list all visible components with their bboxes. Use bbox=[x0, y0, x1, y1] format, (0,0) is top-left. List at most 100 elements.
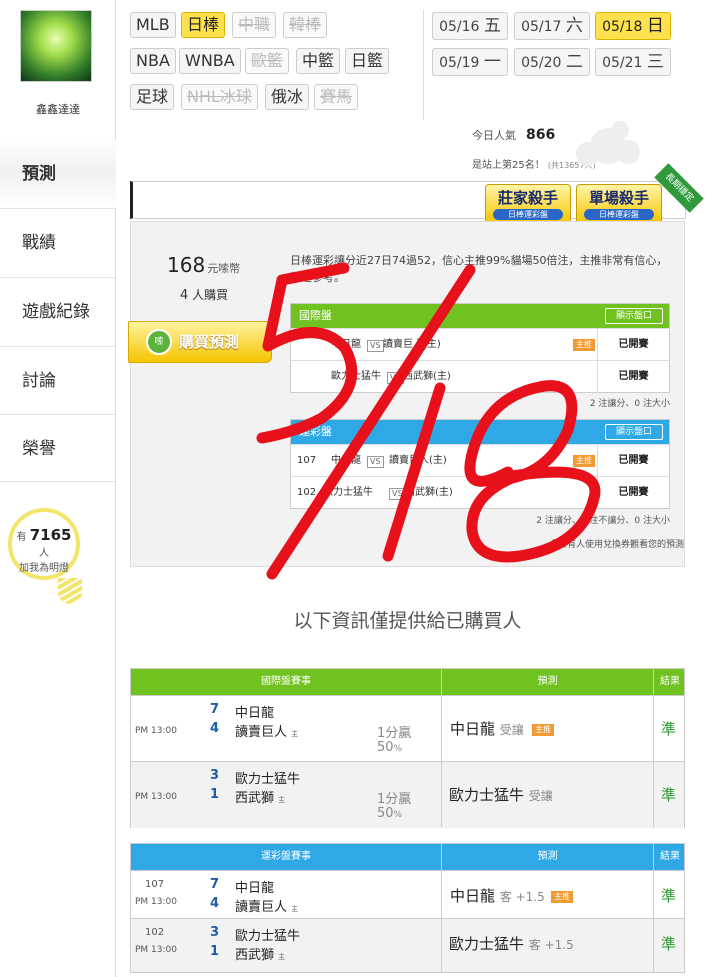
coin-icon: 嗦 bbox=[146, 329, 172, 355]
main-pick-tag: 主推 bbox=[573, 339, 595, 351]
date-0520[interactable]: 05/20 二 bbox=[514, 48, 590, 76]
show-odds-button[interactable]: 顯示盤口 bbox=[605, 424, 663, 440]
day-label: 三 bbox=[646, 52, 664, 72]
vs-icon: VS bbox=[389, 488, 406, 500]
col-result: 結果 bbox=[660, 676, 680, 687]
filter-russian-hockey[interactable]: 俄冰 bbox=[265, 84, 310, 110]
filter-soccer[interactable]: 足球 bbox=[130, 84, 175, 110]
away-team: 歐力士猛牛 bbox=[235, 772, 301, 787]
away-team: 中日龍 bbox=[235, 881, 275, 896]
game-code: 107 bbox=[297, 455, 317, 466]
day-label: 一 bbox=[483, 52, 501, 72]
fans-count: 7165 bbox=[29, 526, 72, 544]
sport-header: 運彩盤 顯示盤口 bbox=[291, 420, 669, 444]
intl-results-header: 國際盤賽事 預測 結果 bbox=[131, 669, 684, 695]
away-team: 歐力士猛牛 bbox=[331, 371, 381, 382]
avatar[interactable] bbox=[20, 10, 92, 82]
date-0521[interactable]: 05/21 三 bbox=[595, 48, 671, 76]
date-0517[interactable]: 05/17 六 bbox=[514, 12, 590, 40]
pick: 中日龍 客 +1.5 bbox=[450, 885, 545, 906]
buyers-count: 4 bbox=[180, 288, 189, 303]
sidebar-item-discuss[interactable]: 討論 bbox=[0, 346, 116, 414]
game-status: 已開賽 bbox=[597, 361, 669, 393]
pick-note: 受讓 bbox=[499, 723, 524, 737]
home-team-name: 西武獅 bbox=[235, 948, 275, 963]
filter-npb[interactable]: 日棒 bbox=[181, 12, 226, 38]
vs-icon: VS bbox=[387, 372, 404, 384]
date-0518[interactable]: 05/18 日 bbox=[595, 12, 671, 40]
follow-bulb[interactable]: 有 7165 人 加我為明燈 bbox=[8, 508, 80, 580]
handicap: 1分贏 bbox=[377, 792, 412, 807]
pct-value: 50 bbox=[377, 740, 394, 755]
date-label: 05/17 bbox=[521, 19, 562, 35]
filter-china-basketball[interactable]: 中籃 bbox=[296, 48, 341, 74]
sport-results-table: 運彩盤賽事 預測 結果 107 PM 13:00 7 4 中日龍 讀賣巨人 主 … bbox=[130, 843, 685, 973]
game-row: 中日龍 VS 讀賣巨人(主) 主推 已開賽 bbox=[291, 328, 669, 361]
sidebar-item-record[interactable]: 戰績 bbox=[0, 208, 116, 276]
home-tag: 主 bbox=[278, 796, 286, 804]
sidebar-item-game-log[interactable]: 遊戲紀錄 bbox=[0, 277, 116, 345]
result-value: 準 bbox=[661, 786, 677, 804]
price-value: 168 bbox=[167, 253, 206, 277]
home-team-name: 讀賣巨人 bbox=[235, 725, 288, 740]
game-row: 102 歐力士猛牛 VS 西武獅(主) 已開賽 bbox=[291, 476, 669, 509]
col-divider bbox=[653, 844, 654, 972]
date-label: 05/18 bbox=[602, 19, 643, 35]
prediction-description: 日棒運彩讓分近27日74過52，信心主推99%貓場50倍注，主推非常有信心，歡迎… bbox=[290, 254, 668, 284]
intl-results-table: 國際盤賽事 預測 結果 PM 13:00 7 4 中日龍 讀賣巨人 主 1分贏 … bbox=[130, 668, 685, 828]
day-label: 六 bbox=[565, 16, 583, 36]
filter-nba[interactable]: NBA bbox=[130, 48, 176, 74]
filter-wnba[interactable]: WNBA bbox=[179, 48, 241, 74]
pct-unit: % bbox=[393, 810, 403, 820]
date-0516[interactable]: 05/16 五 bbox=[432, 12, 508, 40]
pick-team: 中日龍 bbox=[450, 720, 496, 738]
date-label: 05/19 bbox=[439, 55, 480, 71]
popularity-value: 866 bbox=[526, 127, 556, 143]
game-time: PM 13:00 bbox=[135, 792, 177, 802]
filter-horse-racing: 賽馬 bbox=[314, 84, 359, 110]
pick-note: 受讓 bbox=[528, 789, 553, 803]
pct-unit: % bbox=[393, 744, 403, 754]
sidebar: 鑫鑫達達 預測 戰績 遊戲紀錄 討論 榮譽 有 7165 人 加我為明燈 bbox=[0, 0, 116, 977]
away-team: 中日龍 bbox=[235, 706, 275, 721]
table-row: 107 PM 13:00 7 4 中日龍 讀賣巨人 主 中日龍 客 +1.5 主… bbox=[131, 870, 684, 918]
pick: 歐力士猛牛 受讓 bbox=[449, 784, 553, 805]
buyers-label: 人購買 bbox=[192, 288, 229, 302]
badge-sub: 日棒運彩盤 bbox=[584, 209, 654, 220]
popularity: 今日人氣 866 bbox=[472, 127, 555, 143]
day-label: 五 bbox=[483, 16, 501, 36]
home-tag: 主 bbox=[278, 953, 286, 961]
table-row: PM 13:00 3 1 歐力士猛牛 西武獅 主 1分贏 50% 歐力士猛牛 受… bbox=[131, 761, 684, 828]
sidebar-item-predict[interactable]: 預測 bbox=[0, 140, 116, 208]
sidebar-item-honor[interactable]: 榮譽 bbox=[0, 414, 116, 482]
handicap-pct: 50% bbox=[377, 806, 402, 821]
filter-euro-basketball: 歐籃 bbox=[245, 48, 290, 74]
date-label: 05/16 bbox=[439, 19, 480, 35]
main-pick-tag: 主推 bbox=[573, 455, 595, 467]
home-team: 讀賣巨人(主) bbox=[383, 339, 441, 350]
pick: 歐力士猛牛 客 +1.5 bbox=[449, 933, 574, 954]
filter-mlb[interactable]: MLB bbox=[130, 12, 176, 38]
sport-stat: 2 注讓分、0 注不讓分、0 注大小 bbox=[536, 516, 670, 526]
main-pick-tag: 主推 bbox=[532, 724, 554, 736]
game-status: 已開賽 bbox=[597, 477, 669, 509]
username[interactable]: 鑫鑫達達 bbox=[0, 101, 116, 117]
date-0519[interactable]: 05/19 一 bbox=[432, 48, 508, 76]
home-score: 4 bbox=[210, 721, 220, 736]
handicap: 1分贏 bbox=[377, 726, 412, 741]
col-divider bbox=[441, 669, 442, 827]
result-value: 準 bbox=[661, 887, 677, 905]
home-tag: 主 bbox=[291, 905, 299, 913]
home-score: 1 bbox=[210, 787, 220, 802]
col-event: 運彩盤賽事 bbox=[261, 851, 311, 862]
away-score: 7 bbox=[210, 702, 220, 717]
show-odds-button[interactable]: 顯示盤口 bbox=[605, 308, 663, 324]
vs-icon: VS bbox=[367, 456, 384, 468]
pick-team: 中日龍 bbox=[450, 887, 496, 905]
filter-japan-basketball[interactable]: 日籃 bbox=[345, 48, 390, 74]
vs-icon: VS bbox=[367, 340, 384, 352]
away-team: 歐力士猛牛 bbox=[235, 929, 301, 944]
flower-watermark-icon bbox=[576, 121, 640, 166]
game-time: PM 13:00 bbox=[135, 726, 177, 736]
buyers-only-notice: 以下資訊僅提供給已購買人 bbox=[293, 610, 522, 632]
